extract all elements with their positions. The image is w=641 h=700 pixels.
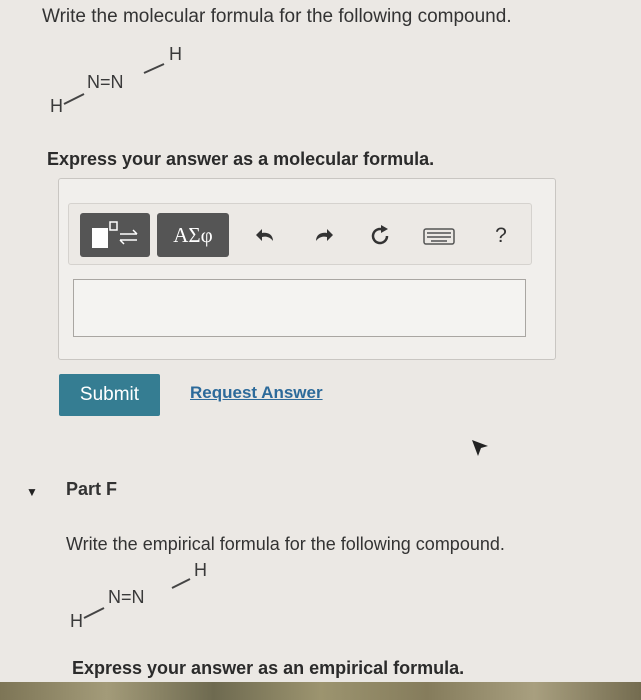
reset-icon[interactable] bbox=[363, 216, 397, 256]
atom-h-left: H bbox=[50, 96, 63, 116]
request-answer-link[interactable]: Request Answer bbox=[190, 383, 323, 403]
symbols-button[interactable]: ΑΣφ bbox=[157, 213, 229, 257]
math-toolbar: ΑΣφ ? bbox=[68, 203, 532, 265]
bond-n-h-right bbox=[171, 578, 191, 589]
undo-icon[interactable] bbox=[249, 216, 283, 256]
atom-h-right: H bbox=[169, 44, 182, 64]
keyboard-icon[interactable] bbox=[419, 216, 459, 256]
redo-icon[interactable] bbox=[306, 216, 340, 256]
collapse-arrow-icon[interactable]: ▼ bbox=[26, 485, 38, 499]
answer-prompt: Express your answer as a molecular formu… bbox=[47, 149, 435, 169]
part-f-question-title: Write the empirical formula for the foll… bbox=[66, 534, 505, 554]
part-f-answer-prompt: Express your answer as an empirical form… bbox=[72, 658, 465, 678]
bond-n-h-right bbox=[143, 63, 165, 74]
answer-input[interactable] bbox=[73, 279, 526, 337]
molecule-structure: H N=N H bbox=[50, 44, 182, 116]
n-equals-n: N=N bbox=[87, 72, 124, 92]
templates-icon bbox=[92, 221, 138, 248]
part-f-label[interactable]: Part F bbox=[66, 479, 117, 500]
submit-button[interactable]: Submit bbox=[59, 374, 160, 416]
mouse-cursor-icon bbox=[472, 440, 488, 456]
atom-h-right: H bbox=[194, 560, 207, 580]
question-title: Write the molecular formula for the foll… bbox=[42, 6, 512, 27]
atom-h-left: H bbox=[70, 611, 83, 631]
templates-button[interactable] bbox=[80, 213, 150, 257]
background-floor bbox=[0, 682, 641, 700]
bond-h-n-left bbox=[83, 607, 105, 619]
bond-h-n-left bbox=[63, 93, 85, 105]
part-f-molecule-structure: H N=N H bbox=[70, 560, 207, 631]
n-equals-n: N=N bbox=[108, 587, 145, 607]
help-icon[interactable]: ? bbox=[484, 216, 518, 256]
